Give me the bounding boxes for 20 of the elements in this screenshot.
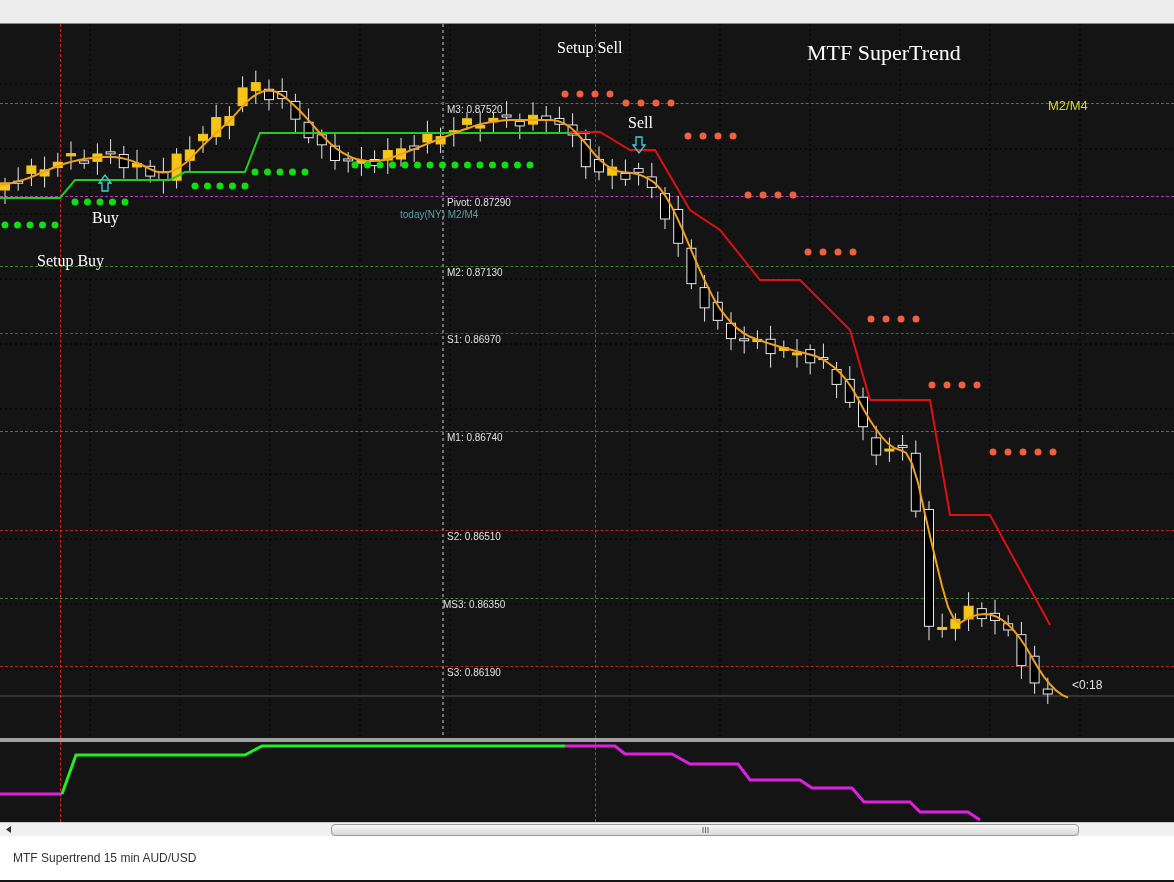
countdown-label: <0:18	[1072, 678, 1103, 692]
level-label: M1: 0.86740	[447, 432, 503, 444]
signal-label: Sell	[628, 114, 653, 132]
level-label: MS3: 0.86350	[443, 599, 506, 611]
level-label: S2: 0.86510	[447, 531, 501, 543]
grip-icon	[701, 826, 709, 833]
level-label: M3: 0.87520	[447, 104, 503, 116]
status-text: MTF Supertrend 15 min AUD/USD	[13, 850, 197, 867]
timeframe-label: M2/M4	[1048, 98, 1088, 113]
scrollbar-thumb[interactable]	[331, 823, 1079, 836]
scroll-left-icon[interactable]	[6, 826, 11, 833]
signal-label: Setup Sell	[557, 39, 623, 57]
level-label: Pivot: 0.87290	[447, 197, 511, 209]
signal-label: Setup Buy	[37, 252, 105, 270]
signal-label: Buy	[92, 209, 119, 227]
pivot-caption: today(NY) M2/M4	[400, 209, 479, 221]
level-label: S3: 0.86190	[447, 667, 501, 679]
level-label: S1: 0.86970	[447, 334, 501, 346]
chart-title: MTF SuperTrend	[807, 40, 961, 66]
level-label: M2: 0.87130	[447, 267, 503, 279]
